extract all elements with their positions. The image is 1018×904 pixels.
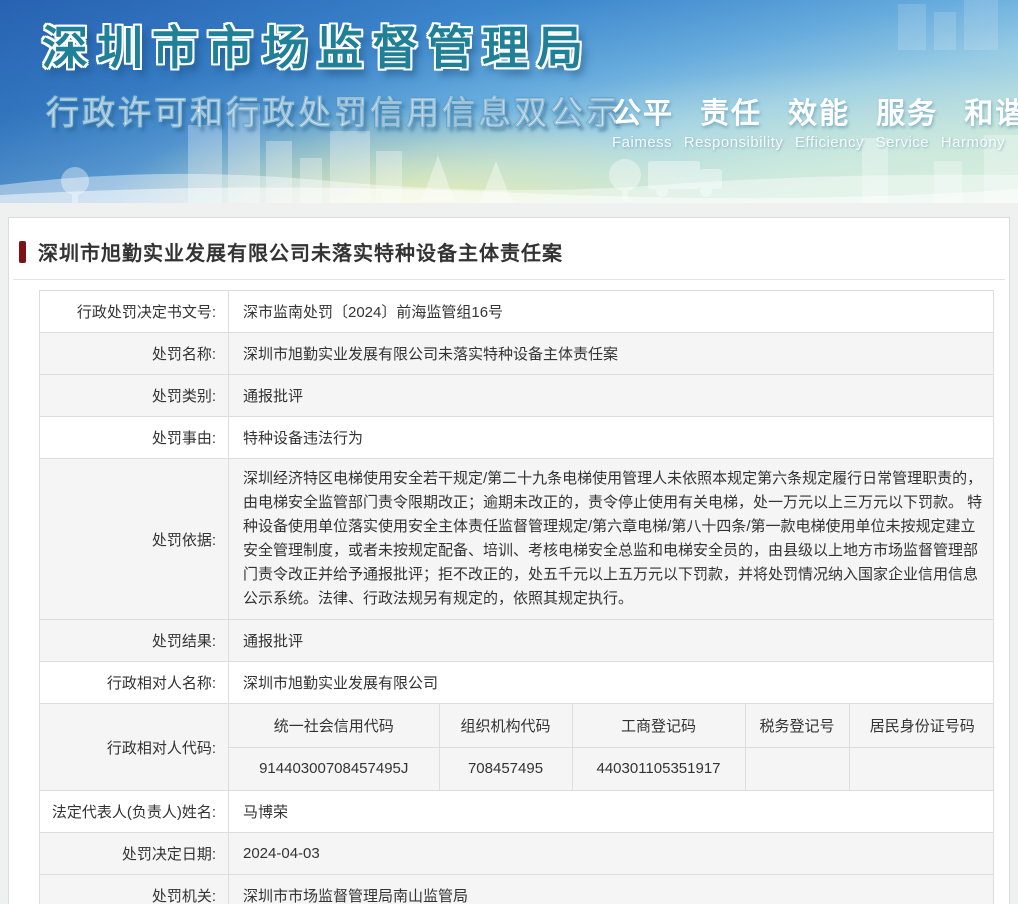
codes-header: 税务登记号 — [745, 704, 850, 748]
codes-header: 统一社会信用代码 — [229, 704, 440, 748]
codes-value — [849, 747, 995, 790]
table-row-decision-date: 处罚决定日期: 2024-04-03 — [39, 832, 994, 875]
table-row-party-codes: 行政相对人代码: 统一社会信用代码 组织机构代码 工商登记码 税务登记号 居民身… — [39, 703, 995, 791]
table-row-penalty-category: 处罚类别: 通报批评 — [39, 374, 994, 417]
codes-header: 组织机构代码 — [439, 704, 573, 748]
row-label: 处罚事由: — [39, 416, 229, 459]
row-value: 深圳市市场监督管理局南山监管局 — [228, 874, 994, 904]
row-value: 深圳经济特区电梯使用安全若干规定/第二十九条电梯使用管理人未依照本规定第六条规定… — [228, 458, 994, 620]
row-label: 行政相对人名称: — [39, 661, 229, 704]
motto-english: Faimess Responsibility Efficiency Servic… — [612, 134, 1006, 151]
divider — [13, 279, 1005, 280]
site-title: 深圳市市场监督管理局 — [42, 22, 592, 74]
row-label: 处罚决定日期: — [39, 832, 229, 875]
row-value: 深圳市旭勤实业发展有限公司未落实特种设备主体责任案 — [228, 332, 994, 375]
row-label: 行政相对人代码: — [39, 703, 229, 791]
row-value: 深市监南处罚〔2024〕前海监管组16号 — [228, 290, 994, 333]
row-label: 处罚机关: — [39, 874, 229, 904]
page: 深圳市市场监督管理局 行政许可和行政处罚信用信息双公示 公平 责任 效能 服务 … — [0, 0, 1018, 904]
codes-value: 708457495 — [439, 747, 573, 790]
case-header: 深圳市旭勤实业发展有限公司未落实特种设备主体责任案 — [19, 237, 999, 266]
row-label: 处罚依据: — [39, 458, 229, 620]
row-label: 行政处罚决定书文号: — [39, 290, 229, 333]
table-row-penalty-cause: 处罚事由: 特种设备违法行为 — [39, 416, 994, 459]
table-row-penalty-name: 处罚名称: 深圳市旭勤实业发展有限公司未落实特种设备主体责任案 — [39, 332, 994, 375]
table-row-penalty-authority: 处罚机关: 深圳市市场监督管理局南山监管局 — [39, 874, 994, 904]
party-codes-cell: 统一社会信用代码 组织机构代码 工商登记码 税务登记号 居民身份证号码 9144… — [228, 703, 995, 791]
table-row-penalty-result: 处罚结果: 通报批评 — [39, 619, 994, 662]
codes-header: 工商登记码 — [572, 704, 746, 748]
row-value: 通报批评 — [228, 374, 994, 417]
party-codes-table: 统一社会信用代码 组织机构代码 工商登记码 税务登记号 居民身份证号码 9144… — [229, 704, 995, 790]
table-row-decision-number: 行政处罚决定书文号: 深市监南处罚〔2024〕前海监管组16号 — [39, 290, 994, 333]
buildings-top-right — [898, 0, 998, 50]
row-value: 通报批评 — [228, 619, 994, 662]
codes-value: 91440300708457495J — [229, 747, 440, 790]
codes-value: 440301105351917 — [572, 747, 746, 790]
codes-value-row: 91440300708457495J 708457495 44030110535… — [229, 747, 995, 790]
row-value: 深圳市旭勤实业发展有限公司 — [228, 661, 994, 704]
motto-block: 公平 责任 效能 服务 和谐 Faimess Responsibility Ef… — [612, 90, 1018, 151]
content-panel: 深圳市旭勤实业发展有限公司未落实特种设备主体责任案 行政处罚决定书文号: 深市监… — [8, 217, 1010, 904]
page-title: 深圳市旭勤实业发展有限公司未落实特种设备主体责任案 — [38, 243, 563, 265]
row-label: 处罚名称: — [39, 332, 229, 375]
title-accent-bar — [19, 240, 26, 263]
site-banner: 深圳市市场监督管理局 行政许可和行政处罚信用信息双公示 公平 责任 效能 服务 … — [0, 0, 1018, 203]
site-subtitle: 行政许可和行政处罚信用信息双公示 — [46, 94, 622, 132]
codes-header: 居民身份证号码 — [849, 704, 995, 748]
table-row-penalty-basis: 处罚依据: 深圳经济特区电梯使用安全若干规定/第二十九条电梯使用管理人未依照本规… — [39, 458, 994, 620]
row-label: 处罚结果: — [39, 619, 229, 662]
table-row-legal-representative: 法定代表人(负责人)姓名: 马博荣 — [39, 790, 994, 833]
motto-chinese: 公平 责任 效能 服务 和谐 — [612, 98, 1018, 130]
row-value: 2024-04-03 — [228, 832, 994, 875]
row-label: 处罚类别: — [39, 374, 229, 417]
row-value: 特种设备违法行为 — [228, 416, 994, 459]
codes-value — [745, 747, 850, 790]
row-value: 马博荣 — [228, 790, 994, 833]
table-row-party-name: 行政相对人名称: 深圳市旭勤实业发展有限公司 — [39, 661, 994, 704]
codes-header-row: 统一社会信用代码 组织机构代码 工商登记码 税务登记号 居民身份证号码 — [229, 704, 995, 748]
penalty-info-table: 行政处罚决定书文号: 深市监南处罚〔2024〕前海监管组16号 处罚名称: 深圳… — [39, 290, 995, 904]
row-label: 法定代表人(负责人)姓名: — [39, 790, 229, 833]
